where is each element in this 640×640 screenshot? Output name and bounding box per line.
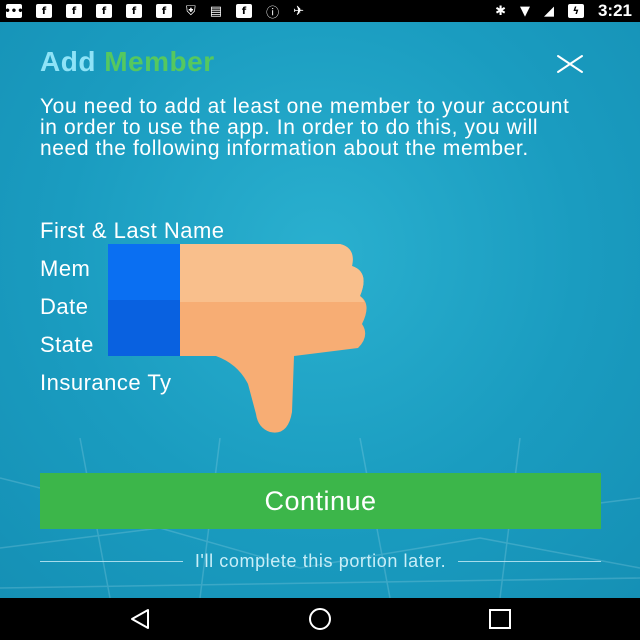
- notification-icons: ••• f f f f f ⛨ ▤ f ⓘ ✈: [4, 2, 304, 21]
- intro-text: You need to add at least one member to y…: [40, 95, 570, 160]
- facebook-icon: f: [96, 4, 112, 18]
- home-icon: [309, 608, 331, 630]
- complete-later-link[interactable]: I'll complete this portion later.: [195, 551, 446, 572]
- recents-icon: [489, 609, 511, 629]
- close-icon: [557, 55, 583, 73]
- battery-icon: ϟ: [567, 4, 584, 18]
- wifi-icon: ▼: [519, 3, 530, 19]
- system-icons: ✱ ▼ ◢ ϟ 3:21: [495, 1, 632, 21]
- shield-icon: ⛨: [186, 3, 196, 19]
- facebook-icon: f: [66, 4, 82, 18]
- title-member: Member: [104, 46, 215, 77]
- bluetooth-icon: ✱: [495, 3, 506, 19]
- close-button[interactable]: [552, 46, 588, 82]
- thumbs-down-icon: [108, 244, 367, 433]
- title-add: Add: [40, 46, 96, 77]
- clock: 3:21: [597, 1, 632, 20]
- dialog-title: Add Member: [40, 46, 215, 78]
- notes-icon: ▤: [209, 3, 223, 19]
- home-button[interactable]: [300, 604, 340, 634]
- continue-button[interactable]: Continue: [40, 473, 601, 529]
- back-button[interactable]: [120, 604, 160, 634]
- status-bar: ••• f f f f f ⛨ ▤ f ⓘ ✈ ✱ ▼ ◢ ϟ 3:21: [0, 0, 640, 22]
- navigation-bar: [0, 598, 640, 640]
- facebook-icon: f: [126, 4, 142, 18]
- facebook-icon: f: [156, 4, 172, 18]
- info-icon: ⓘ: [266, 5, 280, 21]
- signal-icon: ◢: [543, 3, 554, 19]
- recents-button[interactable]: [480, 604, 520, 634]
- divider-right: [458, 560, 602, 562]
- add-member-dialog: Add Member You need to add at least one …: [0, 22, 640, 598]
- facebook-icon: f: [36, 4, 52, 18]
- location-off-icon: ✈: [293, 3, 304, 19]
- message-icon: •••: [4, 4, 24, 18]
- facebook-icon: f: [236, 4, 253, 18]
- divider-left: [40, 560, 183, 562]
- back-icon: [131, 609, 149, 629]
- complete-later-row: I'll complete this portion later.: [40, 546, 602, 576]
